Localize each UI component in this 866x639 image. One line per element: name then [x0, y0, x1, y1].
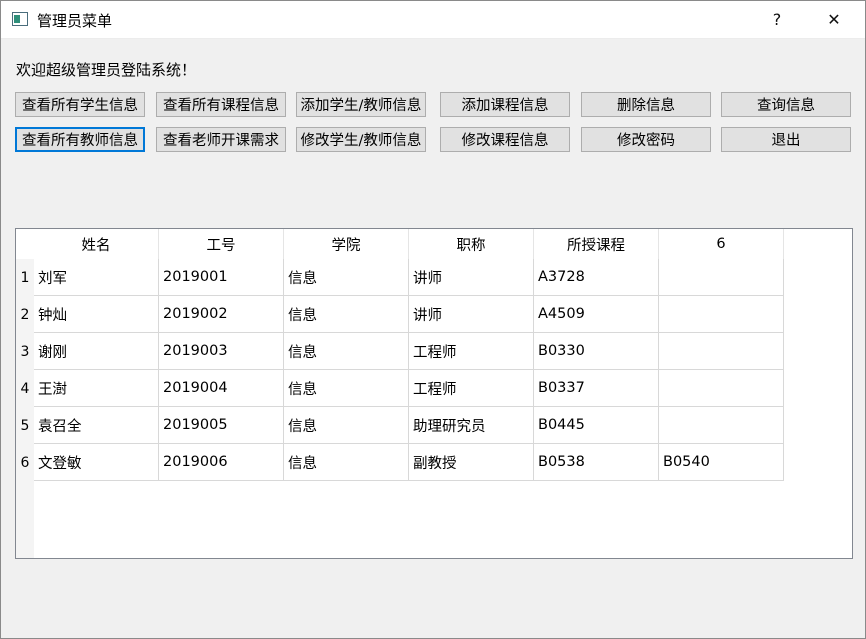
- view-teacher-course-requests-button[interactable]: 查看老师开课需求: [156, 127, 286, 152]
- table-cell-title[interactable]: 助理研究员: [409, 407, 534, 444]
- title-bar: 管理员菜单 ? ✕: [1, 1, 865, 39]
- table-cell-name[interactable]: 袁召全: [34, 407, 159, 444]
- table-cell-id[interactable]: 2019002: [159, 296, 284, 333]
- table-cell-extra[interactable]: [659, 407, 784, 444]
- table-cell-id[interactable]: 2019003: [159, 333, 284, 370]
- view-all-teachers-button[interactable]: 查看所有教师信息: [15, 127, 145, 152]
- change-password-button[interactable]: 修改密码: [581, 127, 711, 152]
- table-corner[interactable]: [16, 229, 34, 259]
- row-header[interactable]: 5: [16, 407, 34, 444]
- table-cell-id[interactable]: 2019001: [159, 259, 284, 296]
- table-cell-id[interactable]: 2019005: [159, 407, 284, 444]
- table-cell-extra[interactable]: B0540: [659, 444, 784, 481]
- table-cell-college[interactable]: 信息: [284, 296, 409, 333]
- row-header-column: 1 2 3 4 5 6: [16, 259, 34, 558]
- table-cell-college[interactable]: 信息: [284, 407, 409, 444]
- column-header[interactable]: 职称: [409, 229, 534, 259]
- column-header[interactable]: 工号: [159, 229, 284, 259]
- view-all-courses-button[interactable]: 查看所有课程信息: [156, 92, 286, 117]
- close-button[interactable]: ✕: [811, 1, 857, 38]
- query-info-button[interactable]: 查询信息: [721, 92, 851, 117]
- teacher-table[interactable]: 姓名 工号 学院 职称 所授课程 6 1 2 3 4 5 6 刘军 201900…: [15, 228, 853, 559]
- admin-menu-window: 管理员菜单 ? ✕ 欢迎超级管理员登陆系统！ 查看所有学生信息 查看所有课程信息…: [0, 0, 866, 639]
- row-header[interactable]: 2: [16, 296, 34, 333]
- table-cell-course[interactable]: B0445: [534, 407, 659, 444]
- table-cell-course[interactable]: B0538: [534, 444, 659, 481]
- add-student-teacher-button[interactable]: 添加学生/教师信息: [296, 92, 426, 117]
- row-header[interactable]: 4: [16, 370, 34, 407]
- table-cell-college[interactable]: 信息: [284, 259, 409, 296]
- table-cell-extra[interactable]: [659, 259, 784, 296]
- table-cell-course[interactable]: B0337: [534, 370, 659, 407]
- table-cell-title[interactable]: 讲师: [409, 296, 534, 333]
- row-header[interactable]: 1: [16, 259, 34, 296]
- table-cell-college[interactable]: 信息: [284, 444, 409, 481]
- row-header[interactable]: 3: [16, 333, 34, 370]
- table-cell-extra[interactable]: [659, 370, 784, 407]
- table-cell-extra[interactable]: [659, 296, 784, 333]
- modify-student-teacher-button[interactable]: 修改学生/教师信息: [296, 127, 426, 152]
- table-cell-title[interactable]: 讲师: [409, 259, 534, 296]
- column-header[interactable]: 姓名: [34, 229, 159, 259]
- table-cell-name[interactable]: 钟灿: [34, 296, 159, 333]
- add-course-button[interactable]: 添加课程信息: [440, 92, 570, 117]
- table-cell-extra[interactable]: [659, 333, 784, 370]
- view-all-students-button[interactable]: 查看所有学生信息: [15, 92, 145, 117]
- row-header[interactable]: 6: [16, 444, 34, 481]
- modify-course-button[interactable]: 修改课程信息: [440, 127, 570, 152]
- table-cell-title[interactable]: 副教授: [409, 444, 534, 481]
- table-cell-name[interactable]: 谢刚: [34, 333, 159, 370]
- table-cell-name[interactable]: 王澍: [34, 370, 159, 407]
- table-cell-name[interactable]: 刘军: [34, 259, 159, 296]
- column-header[interactable]: 6: [659, 229, 784, 259]
- table-cell-course[interactable]: B0330: [534, 333, 659, 370]
- table-cell-title[interactable]: 工程师: [409, 370, 534, 407]
- table-cell-name[interactable]: 文登敏: [34, 444, 159, 481]
- window-title: 管理员菜单: [37, 12, 113, 30]
- help-button[interactable]: ?: [754, 1, 800, 38]
- table-cell-title[interactable]: 工程师: [409, 333, 534, 370]
- table-cell-id[interactable]: 2019004: [159, 370, 284, 407]
- column-header[interactable]: 学院: [284, 229, 409, 259]
- table-cell-college[interactable]: 信息: [284, 333, 409, 370]
- welcome-message: 欢迎超级管理员登陆系统！: [16, 61, 197, 79]
- table-cell-id[interactable]: 2019006: [159, 444, 284, 481]
- table-cell-course[interactable]: A3728: [534, 259, 659, 296]
- column-header[interactable]: 所授课程: [534, 229, 659, 259]
- app-window-icon: [12, 12, 28, 26]
- table-cell-college[interactable]: 信息: [284, 370, 409, 407]
- delete-info-button[interactable]: 删除信息: [581, 92, 711, 117]
- table-cell-course[interactable]: A4509: [534, 296, 659, 333]
- exit-button[interactable]: 退出: [721, 127, 851, 152]
